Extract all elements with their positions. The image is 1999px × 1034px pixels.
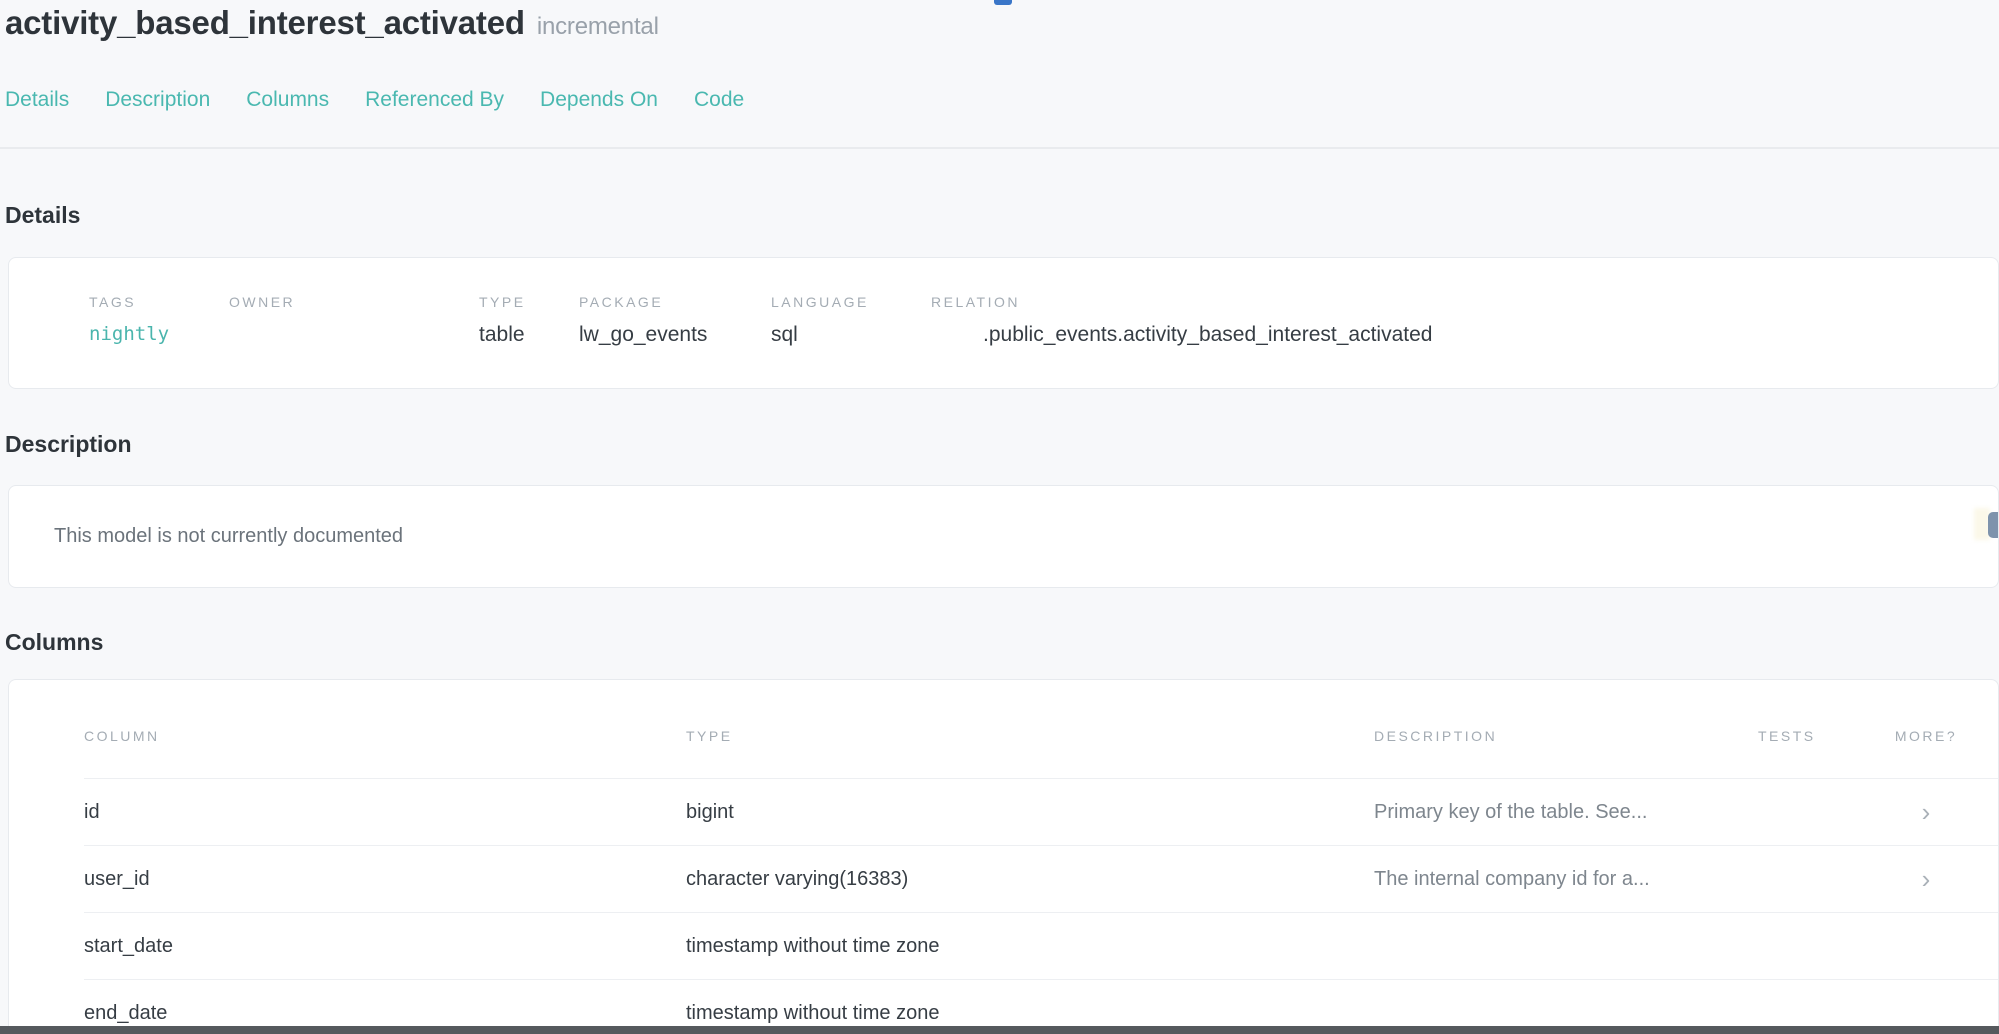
field-tags: TAGS nightly xyxy=(89,294,229,388)
columns-section: Columns COLUMN TYPE DESCRIPTION TESTS MO… xyxy=(0,628,1999,1034)
field-relation: RELATION .public_events.activity_based_i… xyxy=(931,294,1998,388)
field-language-label: LANGUAGE xyxy=(771,294,931,310)
chevron-right-icon[interactable]: › xyxy=(1886,802,1966,822)
table-row-user-id[interactable]: user_id character varying(16383) The int… xyxy=(84,845,1998,912)
header-type: TYPE xyxy=(686,728,1374,744)
bottom-edge-bar xyxy=(0,1026,1999,1034)
columns-card: COLUMN TYPE DESCRIPTION TESTS MORE? id b… xyxy=(8,679,1999,1034)
header-divider xyxy=(0,147,1999,149)
cell-column-name: end_date xyxy=(84,1002,686,1025)
cell-column-description: Primary key of the table. See... xyxy=(1374,801,1758,824)
tab-columns[interactable]: Columns xyxy=(246,89,329,110)
table-row-id[interactable]: id bigint Primary key of the table. See.… xyxy=(84,778,1998,845)
description-card: This model is not currently documented xyxy=(8,485,1999,588)
field-package-label: PACKAGE xyxy=(579,294,771,310)
tab-description[interactable]: Description xyxy=(105,89,210,110)
tab-referenced-by[interactable]: Referenced By xyxy=(365,89,504,110)
details-heading: Details xyxy=(5,201,1999,229)
description-section: Description This model is not currently … xyxy=(0,430,1999,588)
cutoff-link-fragment[interactable] xyxy=(994,0,1012,5)
details-card: TAGS nightly OWNER TYPE table PACKAGE lw… xyxy=(8,257,1999,389)
header-column: COLUMN xyxy=(84,728,686,744)
field-owner: OWNER xyxy=(229,294,479,388)
table-row-start-date[interactable]: start_date timestamp without time zone xyxy=(84,912,1998,979)
header-tests: TESTS xyxy=(1758,728,1886,744)
field-package: PACKAGE lw_go_events xyxy=(579,294,771,388)
columns-heading: Columns xyxy=(5,628,1999,656)
tab-details[interactable]: Details xyxy=(5,89,69,110)
cutoff-button-fragment[interactable] xyxy=(1988,512,1998,538)
cell-column-description: The internal company id for a... xyxy=(1374,868,1758,891)
field-owner-label: OWNER xyxy=(229,294,479,310)
header-description: DESCRIPTION xyxy=(1374,728,1758,744)
page-title: activity_based_interest_activated increme… xyxy=(5,3,659,47)
model-docs-page: activity_based_interest_activated increme… xyxy=(0,0,1999,1034)
field-tags-label: TAGS xyxy=(89,294,229,310)
cell-column-name: start_date xyxy=(84,935,686,958)
field-language-value: sql xyxy=(771,323,931,347)
tab-code[interactable]: Code xyxy=(694,89,744,110)
section-nav: Details Description Columns Referenced B… xyxy=(5,89,1999,110)
field-relation-label: RELATION xyxy=(931,294,1998,310)
cell-column-type: timestamp without time zone xyxy=(686,935,1374,958)
description-text: This model is not currently documented xyxy=(54,525,403,548)
field-package-value: lw_go_events xyxy=(579,323,771,347)
chevron-right-icon[interactable]: › xyxy=(1886,869,1966,889)
field-type-value: table xyxy=(479,323,579,347)
field-relation-value: .public_events.activity_based_interest_a… xyxy=(931,323,1998,347)
field-type: TYPE table xyxy=(479,294,579,388)
page-header: activity_based_interest_activated increme… xyxy=(0,0,1999,47)
tag-link[interactable]: nightly xyxy=(89,323,229,345)
field-language: LANGUAGE sql xyxy=(771,294,931,388)
cell-column-name: user_id xyxy=(84,868,686,891)
tab-depends-on[interactable]: Depends On xyxy=(540,89,658,110)
field-type-label: TYPE xyxy=(479,294,579,310)
description-heading: Description xyxy=(5,430,1999,458)
cell-column-name: id xyxy=(84,801,686,824)
materialization-badge: incremental xyxy=(537,13,659,40)
cell-column-type: bigint xyxy=(686,801,1374,824)
model-name: activity_based_interest_activated xyxy=(5,4,525,41)
header-more: MORE? xyxy=(1886,728,1966,744)
details-section: Details TAGS nightly OWNER TYPE table PA… xyxy=(0,201,1999,389)
columns-table-header: COLUMN TYPE DESCRIPTION TESTS MORE? xyxy=(84,728,1998,778)
cell-column-type: timestamp without time zone xyxy=(686,1002,1374,1025)
columns-table: COLUMN TYPE DESCRIPTION TESTS MORE? id b… xyxy=(84,728,1998,1034)
cell-column-type: character varying(16383) xyxy=(686,868,1374,891)
